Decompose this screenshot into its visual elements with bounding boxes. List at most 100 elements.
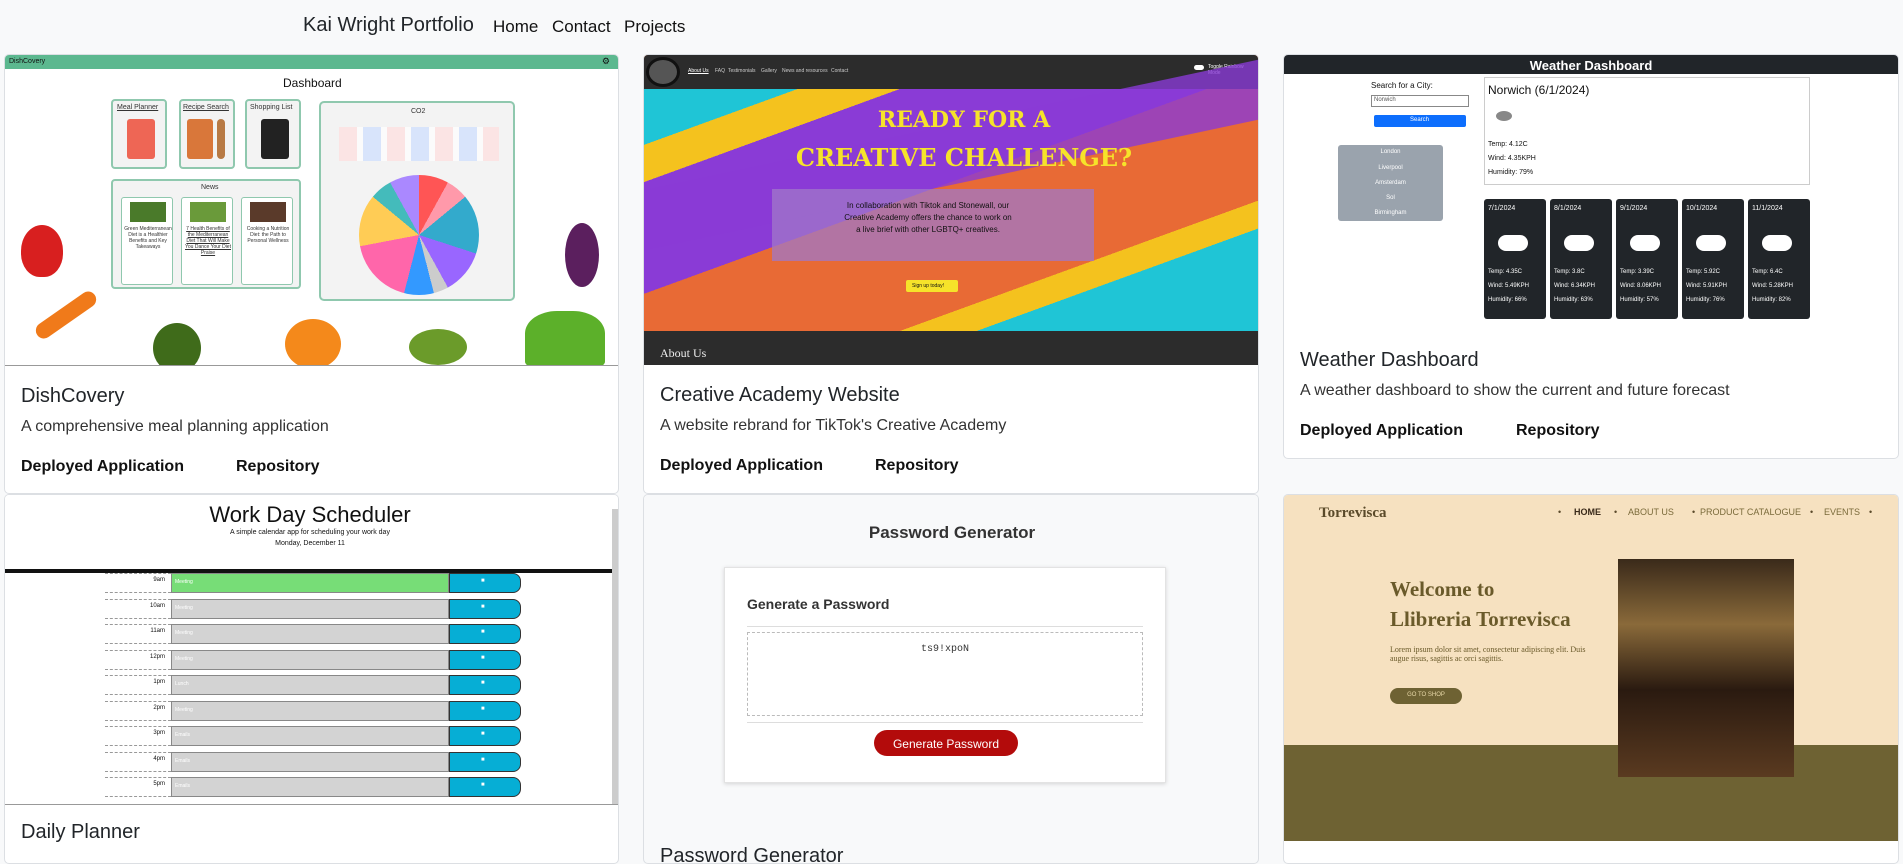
- planner-entry: [171, 675, 449, 695]
- deployed-application-link[interactable]: Deployed Application: [1300, 422, 1463, 440]
- project-card-password-generator: Password Generator Generate a Password t…: [643, 494, 1259, 864]
- forecast-card: 7/1/2024 Temp: 4.35C Wind: 5.49KPH Humid…: [1484, 199, 1546, 319]
- shot-headline-2: Llibreria Torrevisca: [1390, 607, 1571, 631]
- deployed-application-link[interactable]: Deployed Application: [21, 458, 184, 476]
- planner-row: 10am Meeting ■: [105, 598, 525, 619]
- carrot-illustration: [32, 288, 100, 342]
- repository-link[interactable]: Repository: [236, 458, 320, 476]
- shot-logo: Torrevisca: [1319, 505, 1387, 521]
- planner-entry: [171, 624, 449, 644]
- planner-hour: 11am: [150, 628, 165, 634]
- planner-hour: 1pm: [153, 679, 165, 685]
- planner-entry: [171, 726, 449, 746]
- cloud-icon: [1696, 235, 1726, 251]
- save-button: [449, 624, 521, 644]
- forecast-card: 8/1/2024 Temp: 3.8C Wind: 6.34KPH Humidi…: [1550, 199, 1612, 319]
- repository-link[interactable]: Repository: [1516, 422, 1600, 440]
- cloud-icon: [1496, 111, 1512, 121]
- shot-app-name: DishCovery: [9, 58, 46, 65]
- card-title: Password Generator: [660, 845, 844, 864]
- planner-row: 4pm Emails ■: [105, 751, 525, 772]
- planner-row: 12pm Meeting ■: [105, 649, 525, 670]
- cloud-icon: [1762, 235, 1792, 251]
- password-generator-screenshot[interactable]: Password Generator Generate a Password t…: [644, 495, 1258, 830]
- planner-row: 5pm Emails ■: [105, 777, 525, 797]
- rainbow-toggle: [1194, 65, 1204, 70]
- save-button: [449, 675, 521, 695]
- project-card-daily-planner: Work Day Scheduler A simple calendar app…: [4, 494, 619, 864]
- creative-academy-screenshot[interactable]: About Us FAQ Testimonials Gallery News a…: [644, 55, 1258, 365]
- project-card-dishcovery: DishCovery ⚙ Dashboard Meal Planner Reci…: [4, 54, 619, 494]
- card-description: A comprehensive meal planning applicatio…: [21, 418, 329, 435]
- planner-entry: [171, 751, 449, 772]
- repository-link[interactable]: Repository: [875, 457, 959, 475]
- shop-photo: [1618, 559, 1794, 777]
- card-description: A website rebrand for TikTok's Creative …: [660, 417, 1007, 434]
- planner-entry: [171, 777, 449, 797]
- torrevisca-screenshot[interactable]: Torrevisca • HOME • ABOUT US • PRODUCT C…: [1284, 495, 1898, 841]
- save-button: [449, 726, 521, 746]
- shot-menu-item: About Us: [688, 68, 709, 74]
- navbar: Kai Wright Portfolio Home Contact Projec…: [0, 0, 1903, 52]
- nav-projects-link[interactable]: Projects: [624, 17, 685, 37]
- shot-heading: Work Day Scheduler: [209, 502, 411, 527]
- save-icon: ■: [481, 578, 485, 584]
- avocado-illustration: [153, 323, 201, 365]
- lettuce-illustration: [525, 311, 605, 365]
- planner-hour: 5pm: [153, 781, 165, 787]
- forecast-card: 10/1/2024 Temp: 5.92C Wind: 5.91KPH Humi…: [1682, 199, 1744, 319]
- planner-entry: [171, 700, 449, 721]
- nav-home-link[interactable]: Home: [493, 17, 538, 37]
- daily-planner-screenshot[interactable]: Work Day Scheduler A simple calendar app…: [5, 495, 618, 805]
- planner-hour: 10am: [149, 602, 165, 609]
- shot-menu-item: Contact: [831, 68, 849, 74]
- planner-hour: 12pm: [149, 653, 165, 660]
- brand[interactable]: Kai Wright Portfolio: [303, 14, 474, 37]
- shot-headline-2: CREATIVE CHALLENGE?: [795, 143, 1133, 172]
- planner-entry: [171, 649, 449, 670]
- shot-heading: Dashboard: [283, 76, 342, 90]
- shopping-list-tile: Shopping List: [245, 99, 301, 169]
- forecast-card: 11/1/2024 Temp: 6.4C Wind: 5.28KPH Humid…: [1748, 199, 1810, 319]
- planner-row: 9am Meeting ■: [105, 573, 525, 593]
- pepper-illustration: [21, 225, 63, 277]
- dishcovery-screenshot[interactable]: DishCovery ⚙ Dashboard Meal Planner Reci…: [5, 55, 618, 366]
- cloud-icon: [1564, 235, 1594, 251]
- card-title: Daily Planner: [21, 821, 140, 843]
- planner-hour: 9am: [153, 577, 165, 583]
- save-icon: ■: [481, 782, 485, 788]
- save-button: [449, 573, 521, 593]
- shot-header: Weather Dashboard: [1529, 58, 1653, 73]
- planner-row: 11am Meeting ■: [105, 624, 525, 644]
- weather-dashboard-screenshot[interactable]: Weather Dashboard Search for a City: Nor…: [1284, 55, 1898, 331]
- deployed-application-link[interactable]: Deployed Application: [660, 457, 823, 475]
- save-icon: ■: [481, 680, 485, 686]
- project-card-torrevisca: Torrevisca • HOME • ABOUT US • PRODUCT C…: [1283, 494, 1899, 864]
- planner-entry: [171, 598, 449, 619]
- shot-menu-item: Testimonials: [728, 68, 756, 74]
- ca-logo: [646, 57, 680, 87]
- save-icon: ■: [481, 654, 485, 661]
- meal-planner-tile: Meal Planner: [111, 99, 167, 169]
- shot-headline-1: Welcome to: [1390, 577, 1495, 601]
- project-card-creative-academy: About Us FAQ Testimonials Gallery News a…: [643, 54, 1259, 494]
- card-title: Creative Academy Website: [660, 384, 900, 406]
- card-title: Weather Dashboard: [1300, 349, 1479, 371]
- shot-menu-item: Gallery: [761, 68, 777, 74]
- nav-contact-link[interactable]: Contact: [552, 17, 611, 37]
- planner-row: 2pm Meeting ■: [105, 700, 525, 721]
- shot-headline-1: READY FOR A: [877, 107, 1051, 133]
- save-button: [449, 777, 521, 797]
- orange-illustration: [285, 319, 341, 365]
- save-button: [449, 598, 521, 619]
- planner-entry: [171, 573, 449, 593]
- project-card-weather-dashboard: Weather Dashboard Search for a City: Nor…: [1283, 54, 1899, 459]
- planner-hour: 4pm: [153, 755, 165, 762]
- shot-menu-item: FAQ: [715, 68, 726, 74]
- save-button: [449, 649, 521, 670]
- password-card: Generate a Password ts9!xpoN Generate Pa…: [724, 567, 1166, 783]
- planner-row: 3pm Emails ■: [105, 726, 525, 746]
- save-button: [449, 751, 521, 772]
- shot-heading: Password Generator: [868, 523, 1036, 542]
- save-icon: ■: [481, 705, 485, 712]
